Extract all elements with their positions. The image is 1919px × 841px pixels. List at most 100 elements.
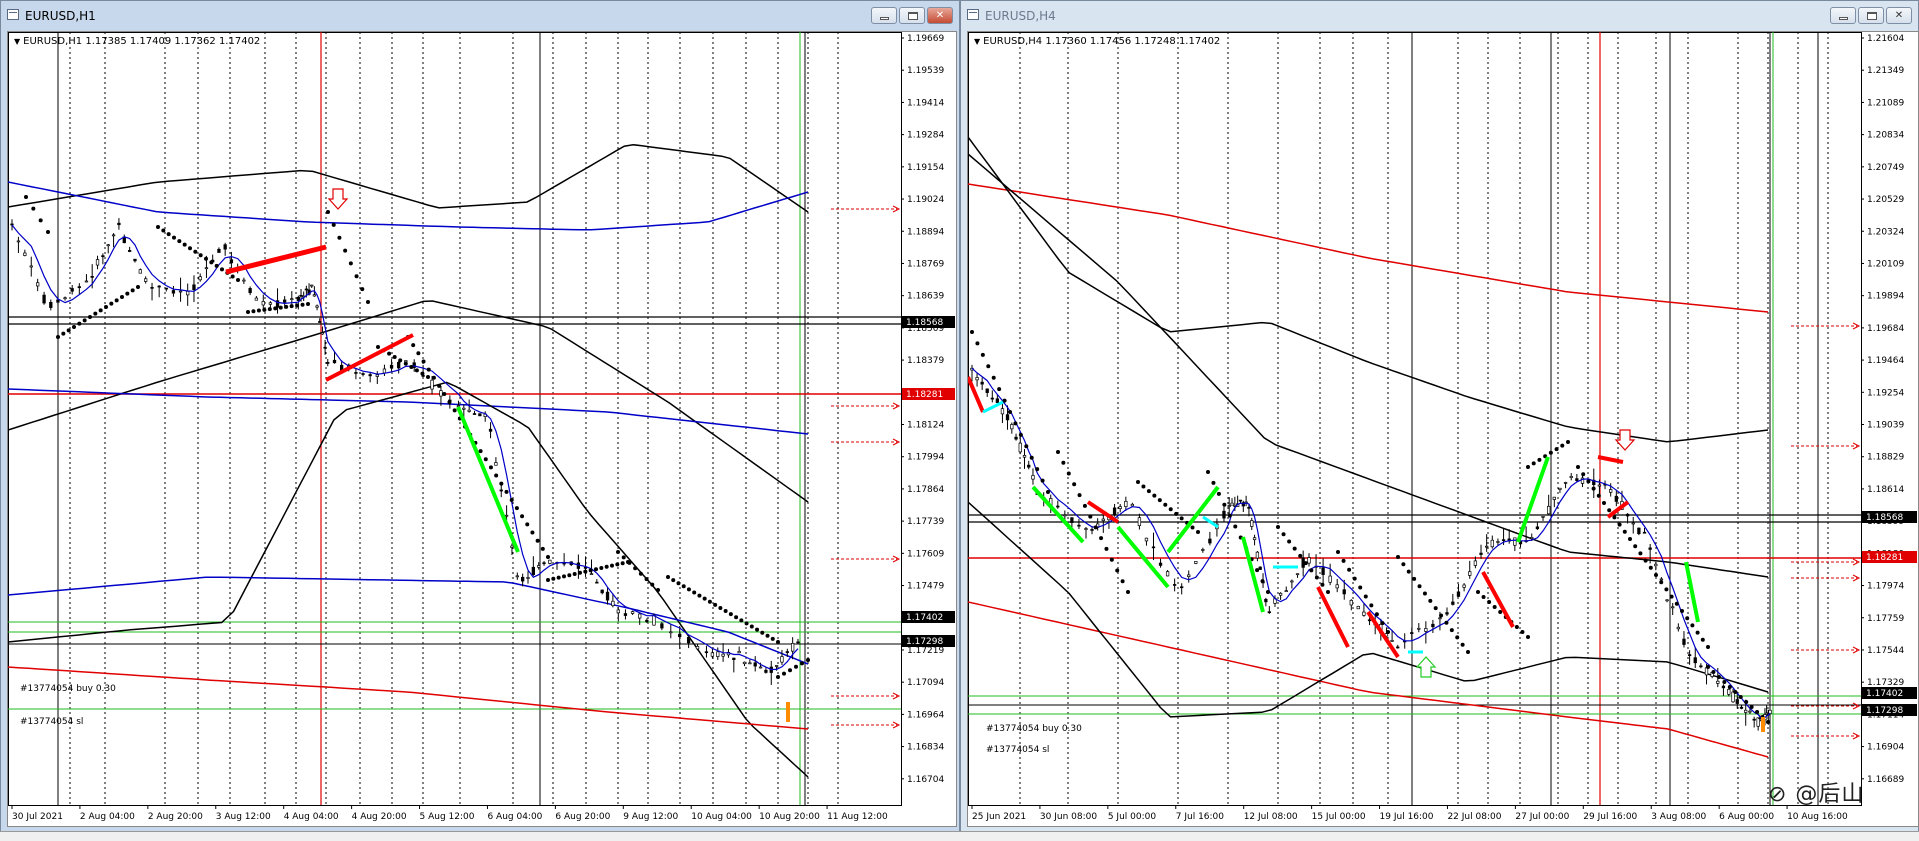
sar-dot <box>109 301 114 306</box>
sar-dot <box>681 584 686 589</box>
candle-body <box>1473 560 1478 566</box>
candle-body <box>980 381 984 385</box>
candle-body <box>1744 709 1748 713</box>
sar-dot <box>88 315 92 319</box>
candle-body <box>1530 537 1534 539</box>
candle-body <box>268 302 273 305</box>
sar-dot <box>744 621 749 626</box>
dropdown-triangle-icon[interactable]: ▼ <box>14 37 20 46</box>
sar-dot <box>437 383 442 388</box>
sar-dot <box>387 351 392 356</box>
price-chart[interactable]: 1.19669 1.19539 1.19414 1.19284 1.19154 1.190… <box>7 31 957 827</box>
candle <box>478 413 482 417</box>
sar-dot <box>1093 525 1098 530</box>
candle-body <box>326 362 330 364</box>
time-axis-label: 6 Aug 20:00 <box>555 812 610 822</box>
candle-body <box>23 252 27 256</box>
candle-body <box>1070 517 1074 523</box>
candle-body <box>1063 514 1067 517</box>
candle-body <box>995 398 1000 404</box>
candle-body <box>1648 547 1652 550</box>
sar-dot <box>1612 515 1617 520</box>
candle-body <box>737 651 741 654</box>
sar-dot <box>970 330 974 334</box>
sar-dot <box>104 305 108 309</box>
sar-dot <box>806 658 810 662</box>
candle-body <box>1252 537 1257 541</box>
price-axis-label: 1.18769 <box>907 259 944 269</box>
price-axis-label: 1.16964 <box>907 710 944 720</box>
time-axis-label: 11 Aug 12:00 <box>827 812 888 822</box>
sar-dot <box>488 465 493 470</box>
candle-body <box>318 321 322 323</box>
candle-body <box>1693 657 1697 664</box>
price-axis-label: 1.19894 <box>1867 292 1904 302</box>
candle-body <box>686 636 691 644</box>
sar-dot <box>136 285 140 289</box>
time-axis-label: 2 Aug 04:00 <box>80 812 135 822</box>
candle-body <box>531 566 535 575</box>
time-axis-label: 27 Jul 00:00 <box>1515 812 1569 822</box>
minimize-button[interactable] <box>1830 7 1856 24</box>
sar-dot <box>1695 630 1700 635</box>
price-axis-label: 1.20749 <box>1867 163 1904 173</box>
price-axis-label: 1.19464 <box>1867 356 1904 366</box>
close-button[interactable]: ✕ <box>927 7 953 24</box>
sar-dot <box>1303 561 1308 566</box>
candle-body <box>472 413 477 415</box>
chart-window-eurusd-h4[interactable]: EURUSD,H4 ✕ 1.21604 1.21349 1.21089 1.20834… <box>960 0 1919 832</box>
order-label-sl[interactable]: #13774054 sl <box>986 745 1049 755</box>
sar-dot <box>1287 539 1292 544</box>
sar-dot <box>1680 609 1684 613</box>
price-axis-label: 1.19414 <box>907 98 944 108</box>
sar-dot <box>1018 432 1023 437</box>
candle-body <box>499 489 503 492</box>
sar-dot <box>760 630 765 635</box>
candle-body <box>320 332 325 335</box>
time-axis-label: 3 Aug 08:00 <box>1651 812 1706 822</box>
sar-dot <box>1498 610 1503 614</box>
price-axis-label: 1.18614 <box>1867 485 1904 495</box>
candle-body <box>1144 537 1149 542</box>
sar-dot <box>1222 502 1227 507</box>
candle-body <box>1010 424 1014 430</box>
sar-dot <box>198 253 203 258</box>
candle-body <box>732 657 736 660</box>
sar-dot <box>1638 551 1643 556</box>
minimize-button[interactable] <box>871 7 897 24</box>
sar-dot <box>120 295 124 299</box>
candle <box>1637 527 1641 536</box>
sar-dot <box>1628 537 1632 541</box>
price-axis-label: 1.19684 <box>1867 324 1904 334</box>
sar-dot <box>594 567 598 572</box>
sar-dot <box>251 309 256 314</box>
sar-dot <box>331 222 336 227</box>
candle-body <box>742 661 747 665</box>
sar-dot <box>130 288 135 293</box>
window-titlebar[interactable]: EURUSD,H4 ✕ <box>961 1 1918 31</box>
dropdown-triangle-icon[interactable]: ▼ <box>974 37 980 46</box>
candle-body <box>1451 601 1455 605</box>
candle-body <box>229 259 234 264</box>
candle-body <box>217 248 221 253</box>
price-chart[interactable]: 1.21604 1.21349 1.21089 1.20834 1.20749 1.205… <box>967 31 1919 827</box>
sar-dot <box>800 661 804 666</box>
order-label-buy[interactable]: #13774054 buy 0.30 <box>20 684 116 694</box>
sar-dot <box>1380 621 1385 626</box>
candle-body <box>710 652 715 657</box>
sar-dot <box>702 596 707 601</box>
order-label-buy[interactable]: #13774054 buy 0.30 <box>986 724 1082 734</box>
close-button[interactable]: ✕ <box>1886 7 1912 24</box>
sar-dot <box>246 310 250 314</box>
maximize-button[interactable] <box>899 7 925 24</box>
window-titlebar[interactable]: EURUSD,H1 ✕ <box>1 1 959 31</box>
sar-dot <box>409 365 414 369</box>
sar-dot <box>562 574 566 579</box>
order-label-sl[interactable]: #13774054 sl <box>20 717 83 727</box>
chart-window-eurusd-h1[interactable]: EURUSD,H1 ✕ 1.19669 1.19539 1.19414 1.19284… <box>0 0 960 832</box>
maximize-button[interactable] <box>1858 7 1884 24</box>
candle-body <box>375 374 379 377</box>
sar-dot <box>546 578 550 582</box>
sar-dot <box>1537 457 1542 462</box>
candle-body <box>1431 623 1435 628</box>
